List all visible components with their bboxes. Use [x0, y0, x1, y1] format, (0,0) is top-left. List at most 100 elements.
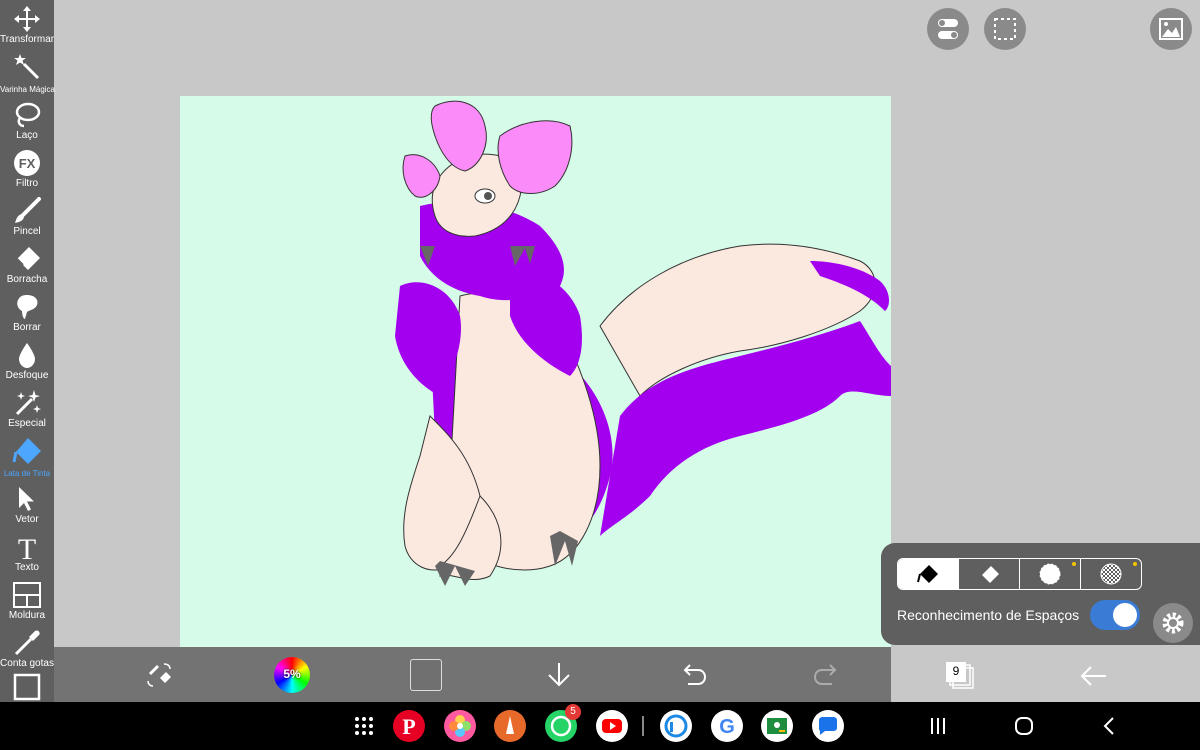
google-app-icon[interactable]: G [711, 710, 743, 742]
brush-eraser-swap-icon [147, 663, 171, 687]
magic-wand-icon [14, 54, 40, 80]
tool-lasso[interactable]: Laço [0, 96, 54, 144]
dashed-selection-icon [994, 18, 1016, 40]
tool-label: Vetor [15, 514, 39, 525]
system-back-button[interactable] [1098, 714, 1122, 738]
system-taskbar: P 5 G [0, 702, 1200, 750]
eraser-mode-icon [982, 566, 999, 583]
toggles-icon [938, 19, 958, 39]
tool-label: Conta gotas [0, 658, 54, 669]
tool-special[interactable]: Especial [0, 384, 54, 432]
app-drawer-button[interactable] [352, 714, 376, 738]
sketchbook-app-icon[interactable] [494, 710, 526, 742]
fill-settings-button[interactable] [1153, 603, 1193, 643]
toggle-panel-button[interactable] [927, 8, 969, 50]
svg-text:G: G [719, 716, 735, 738]
toggle-knob [1113, 603, 1137, 627]
color-wheel-button[interactable]: 5% [274, 657, 310, 693]
fill-mode-eraser[interactable] [959, 559, 1020, 589]
selection-button[interactable] [984, 8, 1026, 50]
pinterest-app-icon[interactable]: P [393, 710, 425, 742]
home-button[interactable] [1012, 714, 1036, 738]
tool-frame[interactable]: Moldura [0, 576, 54, 624]
tool-label: Transformar [0, 34, 55, 45]
tool-label: Filtro [15, 178, 39, 189]
brush-opacity-label: 5% [283, 667, 301, 681]
svg-text:P: P [402, 714, 415, 739]
notification-badge: 5 [565, 704, 581, 720]
home-icon [1015, 717, 1033, 735]
frame-icon [13, 582, 41, 608]
layer-count: 9 [952, 664, 960, 678]
tool-eraser[interactable]: Borracha [0, 240, 54, 288]
tool-filter[interactable]: FX Filtro [0, 144, 54, 192]
tool-eyedropper[interactable]: Conta gotas [0, 624, 54, 672]
tool-canvas[interactable] [0, 672, 54, 702]
canvas-frame-icon [13, 673, 41, 701]
layers-button[interactable]: 9 [944, 660, 976, 692]
paint-bucket-icon [12, 438, 41, 464]
tool-blur[interactable]: Desfoque [0, 336, 54, 384]
tool-label: Laço [16, 130, 38, 141]
bottom-toolbar: 5% [54, 647, 891, 702]
current-color-swatch[interactable] [410, 659, 442, 691]
creature-artwork [395, 100, 891, 586]
arrow-down-icon [548, 663, 570, 687]
paint-bucket-mode-icon [917, 565, 938, 583]
tool-sidebar: Transformar Varinha Mágica Laço FX Filtr… [0, 0, 55, 702]
gap-recognition-toggle[interactable] [1090, 600, 1140, 630]
blossom-app-icon[interactable] [444, 710, 476, 742]
undo-icon [683, 664, 707, 685]
tool-label: Texto [15, 562, 39, 573]
eraser-icon [16, 247, 40, 270]
text-icon: T [18, 533, 36, 562]
smudge-icon [17, 295, 38, 319]
fill-mode-checker[interactable] [1081, 559, 1141, 589]
swap-tool-button[interactable] [144, 660, 174, 690]
reference-image-button[interactable] [1150, 8, 1192, 50]
tool-label: Desfoque [5, 370, 49, 381]
recent-apps-button[interactable] [926, 714, 950, 738]
taskbar-divider [642, 716, 644, 736]
fx-icon: FX [14, 150, 40, 176]
blur-drop-icon [19, 343, 35, 368]
arrow-left-icon [1080, 666, 1106, 686]
tool-label: Especial [8, 418, 46, 429]
whatsapp-app-icon[interactable]: 5 [545, 704, 581, 742]
tool-brush[interactable]: Pincel [0, 192, 54, 240]
tool-smudge[interactable]: Borrar [0, 288, 54, 336]
tool-label: Pincel [13, 226, 41, 237]
ibispaint-app-icon[interactable] [660, 710, 692, 742]
tool-magic-wand[interactable]: Varinha Mágica [0, 48, 55, 96]
redo-button[interactable] [812, 659, 842, 689]
sparkle-icon [15, 390, 41, 416]
tool-text[interactable]: T Texto [0, 528, 54, 576]
tool-paint-bucket[interactable]: Lata de Tinta [0, 432, 54, 480]
undo-button[interactable] [678, 659, 708, 689]
image-icon [1159, 18, 1183, 40]
back-button[interactable] [1078, 660, 1110, 692]
download-button[interactable] [544, 659, 574, 689]
tool-label: Moldura [8, 610, 46, 621]
tool-vector[interactable]: Vetor [0, 480, 54, 528]
mode-indicator-dot [1072, 562, 1076, 566]
eyedropper-icon [14, 630, 40, 656]
tool-label: Varinha Mágica [0, 85, 55, 94]
classroom-app-icon[interactable] [761, 710, 793, 742]
svg-text:FX: FX [19, 156, 36, 171]
youtube-app-icon[interactable] [596, 710, 628, 742]
tool-label: Borrar [13, 322, 41, 333]
redo-icon [813, 664, 837, 685]
cursor-arrow-icon [19, 487, 34, 511]
circle-mode-icon [1039, 563, 1061, 585]
fill-mode-circle[interactable] [1020, 559, 1081, 589]
checker-mode-icon [1100, 563, 1122, 585]
fill-mode-bucket[interactable] [898, 559, 959, 589]
messages-app-icon[interactable] [812, 710, 844, 742]
tool-label: Borracha [6, 274, 48, 285]
tool-transform[interactable]: Transformar [0, 0, 54, 48]
gear-icon [1162, 612, 1184, 634]
drawing-canvas[interactable] [180, 96, 891, 647]
svg-text:T: T [18, 533, 36, 562]
lasso-icon [15, 102, 41, 128]
